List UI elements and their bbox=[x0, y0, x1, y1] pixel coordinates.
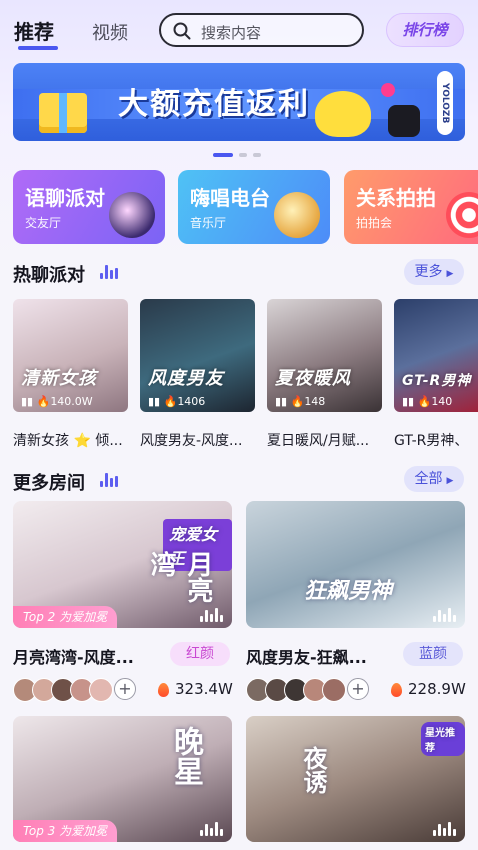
tab-recommend[interactable]: 推荐 bbox=[14, 16, 54, 45]
top-nav-bar: 推荐 视频 搜索内容 排行榜 bbox=[0, 0, 478, 60]
card-overlay-title: 风度男友 bbox=[148, 368, 224, 389]
audio-wave-icon bbox=[200, 822, 224, 836]
search-placeholder: 搜索内容 bbox=[201, 24, 262, 42]
room-heat: 323.4W bbox=[175, 680, 233, 698]
active-tab-indicator bbox=[18, 46, 58, 50]
sound-bars-icon bbox=[100, 265, 118, 279]
room-type-badge: 红颜 bbox=[170, 642, 230, 666]
room-corner-badge: 星光推荐 bbox=[421, 722, 465, 756]
card-overlay-title: 夏夜暖风 bbox=[275, 368, 351, 389]
room-card[interactable]: 狂飙男神 bbox=[246, 501, 465, 628]
banner-dot[interactable] bbox=[253, 153, 261, 157]
card-overlay-title: GT-R男神 bbox=[402, 373, 472, 389]
avatar bbox=[89, 678, 113, 702]
room-name[interactable]: 月亮湾湾-风度... bbox=[13, 644, 163, 668]
room-poster-title: 晚星 bbox=[168, 726, 203, 786]
more-rooms-title: 更多房间 bbox=[13, 473, 85, 494]
category-name: 嗨唱电台 bbox=[190, 186, 270, 210]
listener-count: ▮▮ 🔥140 bbox=[402, 395, 453, 408]
category-sing-radio[interactable]: 嗨唱电台 音乐厅 bbox=[178, 170, 330, 244]
hot-party-title: 热聊派对 bbox=[13, 265, 85, 286]
add-icon[interactable]: + bbox=[114, 678, 136, 700]
banner-title: 大额充值返利 bbox=[118, 87, 310, 122]
hot-party-card[interactable]: 风度男友 ▮▮ 🔥1406 bbox=[140, 299, 255, 412]
category-relationship[interactable]: 关系拍拍 拍拍会 bbox=[344, 170, 478, 244]
hot-party-card[interactable]: GT-R男神 ▮▮ 🔥140 bbox=[394, 299, 478, 412]
target-icon bbox=[446, 192, 478, 238]
headphones-icon bbox=[274, 192, 320, 238]
caret-right-icon: ▶ bbox=[446, 269, 454, 279]
search-icon bbox=[173, 22, 191, 40]
duck-mascot-icon bbox=[315, 91, 371, 137]
room-poster-title: 狂飙男神 bbox=[304, 579, 393, 604]
card-overlay-title: 清新女孩 bbox=[21, 368, 97, 389]
hot-card-caption[interactable]: 风度男友-风度... bbox=[140, 430, 262, 450]
audio-wave-icon bbox=[433, 822, 457, 836]
flame-icon bbox=[391, 683, 402, 697]
brand-logo-icon bbox=[388, 105, 420, 137]
listener-count: ▮▮ 🔥148 bbox=[275, 395, 326, 408]
leaderboard-button[interactable]: 排行榜 bbox=[386, 13, 464, 47]
hot-card-caption[interactable]: GT-R男神、 bbox=[394, 430, 478, 450]
hot-party-card[interactable]: 清新女孩 ▮▮ 🔥140.0W bbox=[13, 299, 128, 412]
rooms-all-button[interactable]: 全部 ▶ bbox=[404, 466, 464, 492]
add-icon[interactable]: + bbox=[347, 678, 369, 700]
category-name: 关系拍拍 bbox=[356, 186, 436, 210]
category-voice-party[interactable]: 语聊派对 交友厅 bbox=[13, 170, 165, 244]
category-subtitle: 拍拍会 bbox=[356, 216, 393, 230]
avatar bbox=[322, 678, 346, 702]
banner-side-label: YOLOZB bbox=[437, 71, 453, 135]
room-type-badge: 蓝颜 bbox=[403, 642, 463, 666]
room-name[interactable]: 风度男友-狂飙... bbox=[246, 644, 396, 668]
room-poster-title: 夜诱 bbox=[299, 746, 327, 794]
room-avatar-list: + bbox=[13, 678, 138, 702]
promo-banner[interactable]: 大额充值返利 YOLOZB bbox=[13, 63, 465, 141]
all-label: 全部 bbox=[414, 471, 443, 487]
listener-count: ▮▮ 🔥1406 bbox=[148, 395, 206, 408]
planet-icon bbox=[109, 192, 155, 238]
room-card[interactable]: 晚星 Top 3 为爱加冕 bbox=[13, 716, 232, 842]
hot-card-caption[interactable]: 清新女孩 ⭐ 倾... bbox=[13, 430, 133, 450]
category-subtitle: 交友厅 bbox=[25, 216, 62, 230]
tab-video[interactable]: 视频 bbox=[92, 19, 128, 45]
room-card[interactable]: 宠爱女王 月亮湾 Top 2 为爱加冕 bbox=[13, 501, 232, 628]
room-card[interactable]: 星光推荐 夜诱 bbox=[246, 716, 465, 842]
hot-card-caption[interactable]: 夏日暖风/月赋... bbox=[267, 430, 389, 450]
flame-icon bbox=[158, 683, 169, 697]
category-name: 语聊派对 bbox=[25, 186, 105, 210]
banner-dot-active[interactable] bbox=[213, 153, 233, 157]
room-rank-tag: Top 2 为爱加冕 bbox=[13, 606, 118, 628]
gift-box-icon bbox=[39, 93, 87, 133]
category-subtitle: 音乐厅 bbox=[190, 216, 227, 230]
search-box[interactable]: 搜索内容 bbox=[159, 13, 364, 47]
more-label: 更多 bbox=[414, 264, 443, 280]
room-heat: 228.9W bbox=[408, 680, 466, 698]
sound-bars-icon bbox=[100, 473, 118, 487]
caret-right-icon: ▶ bbox=[446, 476, 454, 486]
room-avatar-list: + bbox=[246, 678, 371, 702]
hot-party-card[interactable]: 夏夜暖风 ▮▮ 🔥148 bbox=[267, 299, 382, 412]
hot-more-button[interactable]: 更多 ▶ bbox=[404, 259, 464, 285]
pink-ball-icon bbox=[381, 83, 395, 97]
room-rank-tag: Top 3 为爱加冕 bbox=[13, 820, 118, 842]
listener-count: ▮▮ 🔥140.0W bbox=[21, 395, 93, 408]
banner-dot[interactable] bbox=[239, 153, 247, 157]
audio-wave-icon bbox=[200, 608, 224, 622]
audio-wave-icon bbox=[433, 608, 457, 622]
